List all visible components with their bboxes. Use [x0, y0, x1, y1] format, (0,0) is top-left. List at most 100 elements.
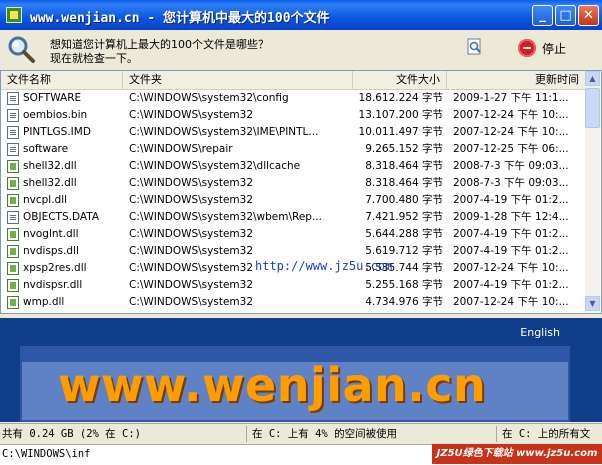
file-time: 2007-12-24 下午 10:... — [453, 109, 569, 121]
status-bar: 共有 0.24 GB (2% 在 C:) 在 C: 上有 4% 的空间被使用 在… — [0, 423, 602, 444]
column-header-name[interactable]: 文件名称 — [1, 71, 123, 89]
file-size: 5.644.288 字节 — [365, 228, 443, 240]
stop-icon — [518, 39, 536, 57]
minimize-button[interactable]: _ — [532, 5, 553, 26]
column-header-size[interactable]: 文件大小 — [353, 71, 447, 89]
table-row[interactable]: software C:\WINDOWS\repair 9.265.152 字节 200… — [1, 141, 585, 158]
file-icon — [7, 126, 19, 139]
column-header-time[interactable]: 更新时间 — [447, 71, 585, 89]
table-row[interactable]: SOFTWARE C:\WINDOWS\system32\config 18.612… — [1, 90, 585, 107]
file-size: 13.107.200 字节 — [358, 109, 443, 121]
file-size: 7.421.952 字节 — [365, 211, 443, 223]
table-row[interactable]: shell32.dll C:\WINDOWS\system32\dllcache 8… — [1, 158, 585, 175]
file-icon — [7, 228, 19, 241]
status-divider — [246, 426, 247, 442]
brand-watermark: JZ5U绿色下载站 www.jz5u.com — [432, 444, 602, 464]
file-name: shell32.dll — [23, 160, 77, 172]
scroll-up-button[interactable]: ▲ — [585, 71, 600, 86]
file-icon — [7, 262, 19, 275]
file-name: xpsp2res.dll — [23, 262, 87, 274]
file-icon — [7, 160, 19, 173]
english-link[interactable]: English — [520, 326, 560, 339]
scroll-down-button[interactable]: ▼ — [585, 296, 600, 311]
file-name: SOFTWARE — [23, 92, 82, 104]
table-row[interactable]: nvcpl.dll C:\WINDOWS\system32 7.700.480 字节… — [1, 192, 585, 209]
file-icon — [7, 296, 19, 309]
status-divider — [496, 426, 497, 442]
file-size: 5.255.168 字节 — [365, 279, 443, 291]
column-header-folder[interactable]: 文件夹 — [123, 71, 353, 89]
status-used: 在 C: 上有 4% 的空间被使用 — [252, 428, 398, 440]
file-name: OBJECTS.DATA — [23, 211, 99, 223]
file-name: nvdispsr.dll — [23, 279, 83, 291]
status-total: 共有 0.24 GB (2% 在 C:) — [2, 428, 141, 440]
file-folder: C:\WINDOWS\system32\config — [129, 92, 289, 104]
file-time: 2008-7-3 下午 09:03... — [453, 160, 569, 172]
file-size: 18.612.224 字节 — [358, 92, 443, 104]
file-folder: C:\WINDOWS\system32 — [129, 296, 253, 308]
file-size: 4.734.976 字节 — [365, 296, 443, 308]
title-bar[interactable]: www.wenjian.cn - 您计算机中最大的100个文件 _ □ ✕ — [0, 0, 602, 30]
file-folder: C:\WINDOWS\system32 — [129, 228, 253, 240]
file-icon — [7, 194, 19, 207]
file-time: 2007-12-25 下午 06:... — [453, 143, 569, 155]
file-size: 5.619.712 字节 — [365, 245, 443, 257]
file-size: 8.318.464 字节 — [365, 177, 443, 189]
list-header: 文件名称 文件夹 文件大小 更新时间 — [1, 71, 585, 90]
file-time: 2007-4-19 下午 01:2... — [453, 245, 569, 257]
banner-site-text: www.wenjian.cn — [58, 358, 487, 412]
magnifier-icon — [8, 36, 35, 63]
current-path: C:\WINDOWS\inf — [2, 448, 91, 460]
file-name: shell32.dll — [23, 177, 77, 189]
table-row[interactable]: nvdispsr.dll C:\WINDOWS\system32 5.255.168… — [1, 277, 585, 294]
file-size: 10.011.497 字节 — [358, 126, 443, 138]
table-row[interactable]: nvdisps.dll C:\WINDOWS\system32 5.619.712 … — [1, 243, 585, 260]
file-time: 2008-7-3 下午 09:03... — [453, 177, 569, 189]
file-folder: C:\WINDOWS\system32\dllcache — [129, 160, 301, 172]
table-row[interactable]: oembios.bin C:\WINDOWS\system32 13.107.200… — [1, 107, 585, 124]
file-time: 2007-4-19 下午 01:2... — [453, 279, 569, 291]
file-folder: C:\WINDOWS\system32 — [129, 109, 253, 121]
file-name: PINTLGS.IMD — [23, 126, 91, 138]
file-list[interactable]: 文件名称 文件夹 文件大小 更新时间 SOFTWARE C:\WINDOWS\sy… — [0, 70, 602, 314]
file-icon — [7, 211, 19, 224]
file-folder: C:\WINDOWS\system32\wbem\Rep... — [129, 211, 322, 223]
file-name: nvcpl.dll — [23, 194, 68, 206]
table-row[interactable]: OBJECTS.DATA C:\WINDOWS\system32\wbem\Rep… — [1, 209, 585, 226]
ad-banner[interactable]: English www.wenjian.cn — [0, 318, 602, 422]
close-button[interactable]: ✕ — [578, 5, 599, 26]
app-icon — [6, 7, 22, 23]
file-time: 2007-4-19 下午 01:2... — [453, 228, 569, 240]
file-icon — [7, 109, 19, 122]
table-row[interactable]: nvoglnt.dll C:\WINDOWS\system32 5.644.288 … — [1, 226, 585, 243]
window-title: www.wenjian.cn - 您计算机中最大的100个文件 — [30, 11, 330, 26]
file-folder: C:\WINDOWS\system32 — [129, 245, 253, 257]
file-name: nvdisps.dll — [23, 245, 79, 257]
table-row[interactable]: shell32.dll C:\WINDOWS\system32 8.318.464 … — [1, 175, 585, 192]
file-icon — [7, 245, 19, 258]
table-row[interactable]: wmp.dll C:\WINDOWS\system32 4.734.976 字节 20… — [1, 294, 585, 311]
search-page-icon[interactable] — [466, 38, 484, 56]
file-icon — [7, 92, 19, 105]
file-folder: C:\WINDOWS\system32 — [129, 279, 253, 291]
file-size: 7.700.480 字节 — [365, 194, 443, 206]
file-folder: C:\WINDOWS\system32 — [129, 194, 253, 206]
file-name: nvoglnt.dll — [23, 228, 79, 240]
table-row[interactable]: PINTLGS.IMD C:\WINDOWS\system32\IME\PINTL… — [1, 124, 585, 141]
maximize-button[interactable]: □ — [555, 5, 576, 26]
stop-button[interactable]: 停止 — [518, 36, 566, 60]
file-folder: C:\WINDOWS\repair — [129, 143, 233, 155]
file-icon — [7, 279, 19, 292]
file-time: 2007-12-24 下午 10:... — [453, 262, 569, 274]
file-icon — [7, 143, 19, 156]
file-time: 2009-1-27 下午 11:1... — [453, 92, 569, 104]
question-line-2: 现在就检查一下。 — [50, 52, 138, 65]
file-name: oembios.bin — [23, 109, 88, 121]
file-size: 8.318.464 字节 — [365, 160, 443, 172]
vertical-scrollbar[interactable]: ▲ ▼ — [585, 71, 600, 311]
file-size: 9.265.152 字节 — [365, 143, 443, 155]
file-time: 2007-12-24 下午 10:... — [453, 126, 569, 138]
scroll-thumb[interactable] — [585, 88, 600, 128]
watermark-link: http://www.jz5u.com — [255, 259, 393, 273]
file-folder: C:\WINDOWS\system32 — [129, 177, 253, 189]
